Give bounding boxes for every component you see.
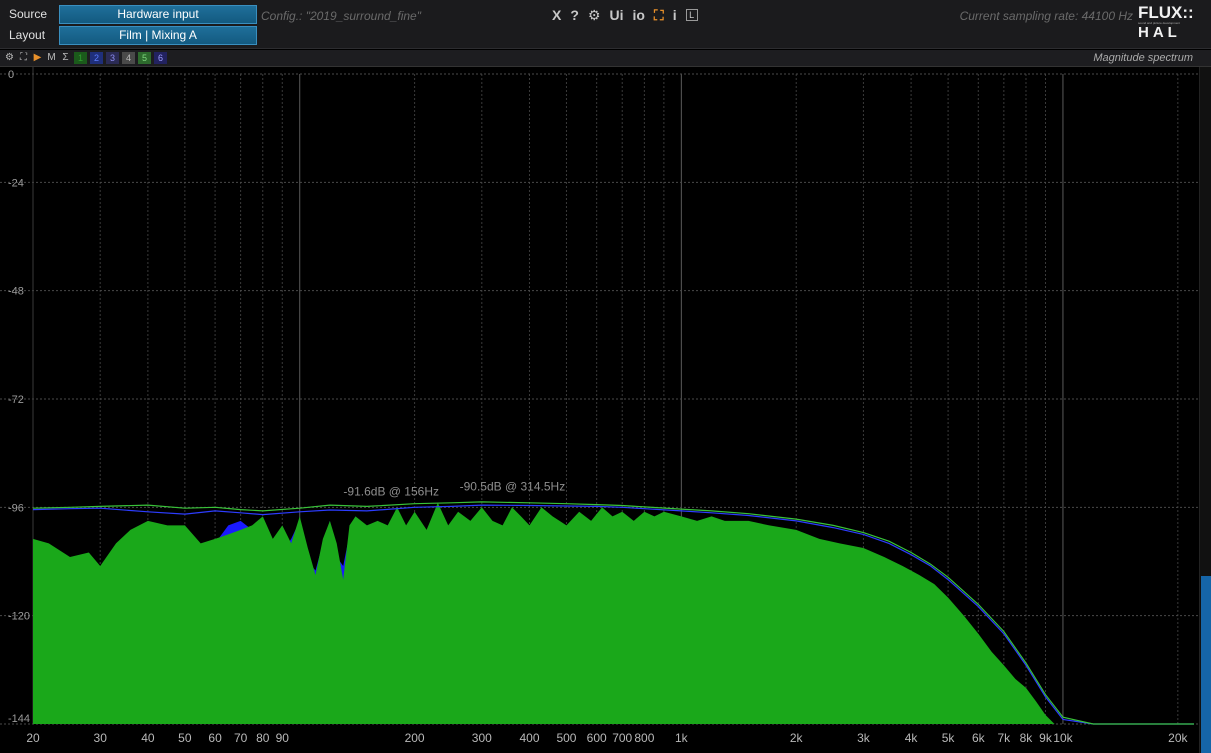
logo-hal: HAL [1138, 24, 1181, 41]
y-tick-label: 0 [8, 69, 14, 81]
analyzer-header: ⚙ ⛶ ▶ M Σ 1 2 3 4 5 6 Magnitude spectrum [0, 50, 1211, 67]
x-tick-label: 20 [26, 731, 40, 745]
layout-selector[interactable]: Film | Mixing A [59, 26, 257, 45]
config-name: Config.: "2019_surround_fine" [261, 9, 421, 23]
series-area-2 [33, 502, 1194, 724]
channel-6-button[interactable]: 6 [154, 52, 167, 64]
help-icon[interactable]: ? [570, 6, 579, 24]
x-tick-label: 4k [905, 731, 919, 745]
x-tick-label: 7k [997, 731, 1011, 745]
x-tick-label: 500 [556, 731, 576, 745]
x-tick-label: 5k [942, 731, 956, 745]
peak-marker-2: -90.5dB @ 314.5Hz [460, 480, 566, 494]
y-tick-label: -96 [8, 502, 24, 514]
x-tick-label: 400 [519, 731, 539, 745]
x-tick-label: 2k [790, 731, 804, 745]
layout-label: Layout [9, 28, 46, 42]
x-tick-label: 300 [472, 731, 492, 745]
x-tick-label: 1k [675, 731, 689, 745]
x-tick-label: 6k [972, 731, 986, 745]
toolbar: X ? ⚙ Ui io ⛶ i L [552, 6, 698, 24]
channel-1-button[interactable]: 1 [74, 52, 87, 64]
x-axis: 20 30 40 50 60 70 80 90 200 300 400 500 600 700 800 1k 2… [26, 731, 1188, 745]
flux-logo: FLUX:: sound and picture development HAL [1138, 4, 1198, 44]
x-tick-label: 50 [178, 731, 192, 745]
channel-5-button[interactable]: 5 [138, 52, 151, 64]
x-tick-label: 90 [276, 731, 290, 745]
expand-icon[interactable]: ⛶ [18, 52, 29, 64]
y-tick-label: -48 [8, 286, 24, 298]
channel-2-button[interactable]: 2 [90, 52, 103, 64]
ui-icon[interactable]: Ui [609, 6, 623, 24]
license-icon[interactable]: L [685, 9, 698, 21]
x-tick-label: 3k [857, 731, 871, 745]
spectrum-panel: -91.6dB @ 156Hz -90.5dB @ 314.5Hz 0 -24 -48… [0, 67, 1211, 753]
x-tick-label: 200 [405, 731, 425, 745]
x-tick-label: 10k [1053, 731, 1073, 745]
scrollbar-thumb[interactable] [1201, 576, 1211, 753]
x-tick-label: 70 [234, 731, 248, 745]
settings-icon[interactable]: ⚙ [588, 6, 601, 24]
x-tick-label: 9k [1039, 731, 1053, 745]
fullscreen-icon[interactable]: ⛶ [654, 6, 664, 24]
source-label: Source [9, 7, 48, 21]
play-icon[interactable]: ▶ [32, 52, 43, 64]
x-tick-label: 20k [1168, 731, 1188, 745]
panel-title: Magnitude spectrum [1093, 52, 1193, 64]
source-selector[interactable]: Hardware input [59, 5, 257, 24]
logo-flux: FLUX:: [1138, 3, 1194, 22]
info-icon[interactable]: i [673, 6, 677, 24]
x-tick-label: 40 [141, 731, 155, 745]
channel-3-button[interactable]: 3 [106, 52, 119, 64]
x-tick-label: 700 [612, 731, 632, 745]
y-axis: 0 -24 -48 -72 -96 -120 -144 [8, 69, 30, 725]
series-layer [32, 501, 1194, 725]
vertical-scrollbar[interactable] [1199, 67, 1211, 753]
mute-icon[interactable]: M [46, 52, 57, 64]
x-tick-label: 8k [1020, 731, 1034, 745]
sampling-rate: Current sampling rate: 44100 Hz [959, 9, 1133, 23]
channel-4-button[interactable]: 4 [122, 52, 135, 64]
x-tick-label: 60 [208, 731, 222, 745]
y-tick-label: -144 [8, 713, 30, 725]
analyzer-settings-icon[interactable]: ⚙ [4, 52, 15, 64]
x-tick-label: 800 [634, 731, 654, 745]
top-bar: Source Hardware input Layout Film | Mixi… [0, 0, 1211, 49]
y-tick-label: -24 [8, 177, 24, 189]
x-tick-label: 80 [256, 731, 270, 745]
io-icon[interactable]: io [632, 6, 644, 24]
analyzer-tools: ⚙ ⛶ ▶ M Σ 1 2 3 4 5 6 [4, 52, 167, 64]
spectrum-chart[interactable]: -91.6dB @ 156Hz -90.5dB @ 314.5Hz 0 -24 -48… [0, 67, 1199, 753]
x-tick-label: 600 [587, 731, 607, 745]
y-tick-label: -120 [8, 611, 30, 623]
x-tick-label: 30 [94, 731, 108, 745]
marker-layer: -91.6dB @ 156Hz -90.5dB @ 314.5Hz [343, 480, 565, 499]
y-tick-label: -72 [8, 394, 24, 406]
close-icon[interactable]: X [552, 6, 561, 24]
sum-icon[interactable]: Σ [60, 52, 71, 64]
peak-marker-1: -91.6dB @ 156Hz [343, 484, 439, 498]
